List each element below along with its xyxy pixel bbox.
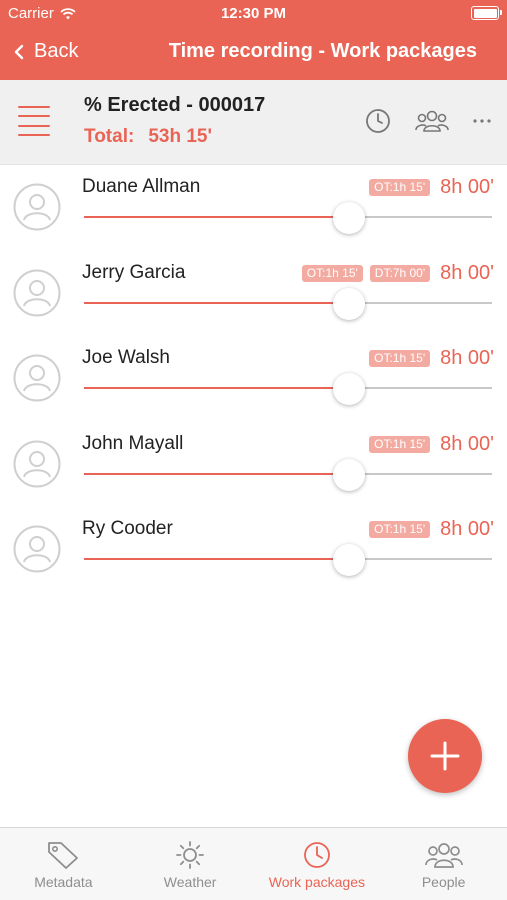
- worker-name[interactable]: Ry Cooder: [82, 518, 173, 540]
- slider-thumb[interactable]: [333, 458, 366, 491]
- tag-icon: [48, 842, 79, 869]
- tab-bar: Metadata Weather Work packages People: [0, 827, 507, 900]
- worker-name[interactable]: John Mayall: [82, 433, 183, 455]
- worker-row: Jerry Garcia OT:1h 15' DT:7h 00' 8h 00': [0, 252, 507, 338]
- sun-icon: [176, 841, 205, 869]
- people-icon: [424, 843, 463, 868]
- worker-hours-group: OT:1h 15' 8h 00': [369, 433, 494, 456]
- worker-hours[interactable]: 8h 00': [440, 347, 494, 370]
- status-bar: Carrier 12:30 PM: [0, 0, 507, 28]
- nav-title: Time recording - Work packages: [168, 40, 477, 62]
- chevron-left-icon: [14, 44, 24, 59]
- worker-list: Duane Allman OT:1h 15' 8h 00' Jerry Garc…: [0, 166, 507, 594]
- more-options-button[interactable]: [473, 118, 491, 124]
- header-actions: [365, 108, 491, 134]
- hours-slider[interactable]: [84, 458, 492, 491]
- worker-hours-group: OT:1h 15' DT:7h 00' 8h 00': [301, 262, 494, 285]
- slider-thumb[interactable]: [333, 287, 366, 320]
- worker-hours-group: OT:1h 15' 8h 00': [369, 518, 494, 541]
- tab-metadata[interactable]: Metadata: [0, 828, 127, 900]
- overtime-badge: OT:1h 15': [369, 435, 431, 453]
- clock-icon: [366, 109, 390, 133]
- hours-slider[interactable]: [84, 202, 492, 234]
- clock-icon: [303, 842, 330, 868]
- tab-people[interactable]: People: [380, 828, 507, 900]
- add-worker-button[interactable]: [408, 719, 482, 793]
- worker-name[interactable]: Duane Allman: [82, 176, 200, 198]
- tab-weather[interactable]: Weather: [127, 828, 254, 900]
- worker-hours[interactable]: 8h 00': [440, 433, 494, 456]
- nav-bar: Back Time recording - Work packages: [0, 34, 507, 74]
- total-value: 53h 15': [148, 126, 212, 147]
- tab-label: Metadata: [34, 874, 93, 890]
- overtime-badge: OT:1h 15': [369, 179, 431, 196]
- work-package-title: % Erected - 000017: [84, 94, 266, 116]
- back-button[interactable]: Back: [14, 40, 78, 63]
- worker-row: Ry Cooder OT:1h 15' 8h 00': [0, 508, 507, 594]
- tab-label: People: [421, 874, 466, 890]
- work-package-header: % Erected - 000017 Total: 53h 15': [0, 80, 507, 165]
- worker-row: John Mayall OT:1h 15' 8h 00': [0, 423, 507, 509]
- tab-label: Weather: [163, 874, 217, 890]
- plus-icon: [430, 741, 460, 771]
- people-icon: [415, 110, 449, 132]
- slider-thumb[interactable]: [333, 202, 366, 234]
- worker-hours[interactable]: 8h 00': [440, 176, 494, 199]
- hours-slider[interactable]: [84, 544, 492, 576]
- worker-name[interactable]: Jerry Garcia: [82, 262, 185, 284]
- tab-label: Work packages: [268, 874, 365, 890]
- more-horizontal-icon: [473, 119, 491, 123]
- avatar-icon: [13, 525, 61, 573]
- worker-row: Duane Allman OT:1h 15' 8h 00': [0, 166, 507, 252]
- avatar-icon: [13, 440, 61, 487]
- slider-thumb[interactable]: [333, 544, 366, 576]
- header: Carrier 12:30 PM Back Time recording - W…: [0, 0, 507, 80]
- worker-hours-group: OT:1h 15' 8h 00': [369, 176, 494, 199]
- worker-name[interactable]: Joe Walsh: [82, 347, 170, 369]
- overtime-badge: OT:1h 15': [369, 350, 431, 367]
- avatar-icon: [13, 354, 61, 402]
- history-button[interactable]: [365, 108, 391, 134]
- worker-hours[interactable]: 8h 00': [440, 518, 494, 541]
- avatar-icon: [13, 269, 61, 316]
- battery-icon: [471, 6, 502, 20]
- avatar-icon: [13, 183, 61, 231]
- worker-hours-group: OT:1h 15' 8h 00': [369, 347, 494, 370]
- double-time-badge: DT:7h 00': [369, 264, 431, 282]
- worker-hours[interactable]: 8h 00': [440, 262, 494, 285]
- hours-slider[interactable]: [84, 373, 492, 405]
- status-time: 12:30 PM: [220, 5, 287, 22]
- overtime-badge: OT:1h 15': [369, 521, 431, 538]
- back-label: Back: [34, 40, 79, 62]
- hours-slider[interactable]: [84, 287, 492, 320]
- worker-row: Joe Walsh OT:1h 15' 8h 00': [0, 337, 507, 423]
- total-summary: Total: 53h 15': [84, 126, 212, 148]
- overtime-badge: OT:1h 15': [301, 264, 363, 282]
- hamburger-menu-button[interactable]: [18, 106, 50, 136]
- tab-work-packages[interactable]: Work packages: [254, 828, 381, 900]
- slider-thumb[interactable]: [333, 373, 366, 405]
- total-label: Total:: [84, 126, 135, 147]
- crew-button[interactable]: [415, 108, 449, 134]
